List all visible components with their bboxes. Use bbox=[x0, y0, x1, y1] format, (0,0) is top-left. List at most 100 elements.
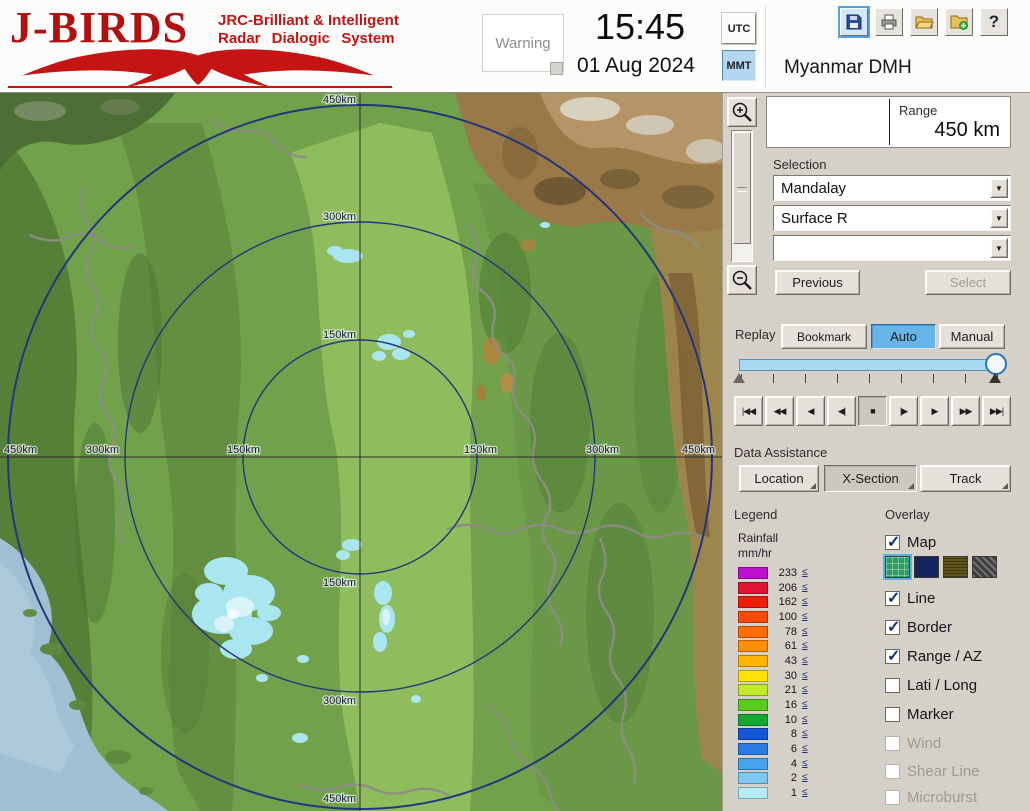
play-button[interactable]: ▶ bbox=[920, 396, 949, 426]
save-button[interactable] bbox=[840, 8, 868, 36]
legend-swatch bbox=[738, 669, 768, 682]
site-dropdown[interactable]: Mandalay ▼ bbox=[773, 175, 1011, 201]
checkbox[interactable] bbox=[885, 646, 900, 666]
map-style-gray[interactable] bbox=[972, 556, 997, 578]
radar-map[interactable]: 450km 300km 150km 150km 300km 450km 450k… bbox=[0, 93, 722, 811]
stop-button[interactable]: ■ bbox=[858, 396, 887, 426]
magnifier-plus-icon bbox=[732, 102, 752, 122]
legend-row: 4 ≤ bbox=[738, 757, 808, 770]
legend-value: 21 bbox=[784, 683, 797, 696]
overlay-item-label: Line bbox=[907, 589, 936, 607]
map-style-navy[interactable] bbox=[914, 556, 939, 578]
previous-button[interactable]: Previous bbox=[775, 270, 860, 295]
legend-swatch bbox=[738, 771, 768, 784]
mmt-toggle-button[interactable]: MMT bbox=[722, 50, 756, 81]
legend-row: 10 ≤ bbox=[738, 713, 808, 726]
product-dropdown[interactable]: Surface R ▼ bbox=[773, 205, 1011, 231]
legend-value: 30 bbox=[784, 669, 797, 682]
overlay-item-microburst[interactable]: Microburst bbox=[885, 788, 977, 806]
magnifier-minus-icon bbox=[732, 270, 752, 290]
select-button[interactable]: Select bbox=[925, 270, 1011, 295]
chevron-down-icon[interactable]: ▼ bbox=[990, 208, 1008, 228]
site-dropdown-value: Mandalay bbox=[781, 180, 847, 197]
skip-to-end-button[interactable]: ▶▶| bbox=[982, 396, 1011, 426]
range-label: 150km bbox=[323, 577, 356, 589]
overlay-item-label: Marker bbox=[907, 705, 954, 723]
chevron-down-icon[interactable]: ▼ bbox=[990, 178, 1008, 198]
overlay-item-map[interactable]: Map bbox=[885, 532, 937, 552]
overlay-item-border[interactable]: Border bbox=[885, 617, 952, 637]
zoom-slider-thumb[interactable] bbox=[733, 132, 751, 244]
overlay-item-lati-long[interactable]: Lati / Long bbox=[885, 676, 977, 694]
header-divider bbox=[765, 6, 766, 88]
checkbox[interactable] bbox=[885, 617, 900, 637]
skip-to-start-button[interactable]: |◀◀ bbox=[734, 396, 763, 426]
legend-swatch bbox=[738, 654, 768, 667]
play-reverse-button[interactable]: ◀ bbox=[796, 396, 825, 426]
legend-title: Rainfall bbox=[738, 531, 779, 545]
overlay-item-wind[interactable]: Wind bbox=[885, 734, 941, 752]
fast-rewind-button[interactable]: ◀◀ bbox=[765, 396, 794, 426]
logo-underline bbox=[8, 86, 392, 88]
range-divider bbox=[889, 99, 890, 145]
zoom-slider[interactable] bbox=[731, 130, 753, 262]
overlay-item-line[interactable]: Line bbox=[885, 588, 936, 608]
legend-row: 162 ≤ bbox=[738, 595, 808, 608]
overlay-item-label: Map bbox=[907, 533, 937, 551]
clock-time: 15:45 bbox=[594, 6, 686, 47]
manual-mode-button[interactable]: Manual bbox=[939, 324, 1005, 349]
checkbox[interactable] bbox=[885, 677, 900, 693]
x-section-button[interactable]: X-Section bbox=[824, 465, 917, 492]
data-assistance-label: Data Assistance bbox=[734, 445, 828, 460]
checkbox[interactable] bbox=[885, 706, 900, 722]
control-panel: Range 450 km Selection Mandalay ▼ Surfac… bbox=[722, 93, 1030, 811]
range-label: 300km bbox=[323, 211, 356, 223]
range-label: 300km bbox=[86, 444, 119, 456]
legend-value: 2 bbox=[790, 771, 797, 784]
legend-swatch bbox=[738, 610, 768, 623]
step-forward-button[interactable]: |▶ bbox=[889, 396, 918, 426]
legend-row: 43 ≤ bbox=[738, 654, 808, 667]
selection-label: Selection bbox=[773, 157, 827, 172]
printer-icon bbox=[881, 14, 897, 30]
station-title: Myanmar DMH bbox=[784, 57, 912, 78]
open-folder-button[interactable] bbox=[910, 8, 938, 36]
checkbox[interactable] bbox=[885, 735, 900, 751]
legend-suffix: ≤ bbox=[802, 655, 808, 666]
legend-suffix: ≤ bbox=[802, 684, 808, 695]
replay-timeline-thumb[interactable] bbox=[985, 353, 1007, 375]
map-style-green[interactable] bbox=[885, 556, 910, 578]
chevron-down-icon[interactable]: ▼ bbox=[990, 238, 1008, 258]
overlay-item-range-az[interactable]: Range / AZ bbox=[885, 646, 982, 666]
export-button[interactable] bbox=[945, 8, 973, 36]
range-label: Range bbox=[899, 103, 938, 118]
legend-suffix: ≤ bbox=[802, 567, 808, 578]
checkbox[interactable] bbox=[885, 789, 900, 805]
utc-toggle-button[interactable]: UTC bbox=[722, 13, 756, 44]
legend-suffix: ≤ bbox=[802, 596, 808, 607]
track-button[interactable]: Track bbox=[920, 465, 1011, 492]
replay-timeline-track[interactable] bbox=[739, 359, 999, 371]
checkbox[interactable] bbox=[885, 532, 900, 552]
overlay-item-marker[interactable]: Marker bbox=[885, 705, 954, 723]
legend-value: 16 bbox=[784, 698, 797, 711]
checkbox[interactable] bbox=[885, 763, 900, 779]
legend-swatch bbox=[738, 713, 768, 726]
bookmark-button[interactable]: Bookmark bbox=[781, 324, 867, 349]
legend-swatch bbox=[738, 727, 768, 740]
auto-mode-button[interactable]: Auto bbox=[871, 324, 936, 349]
location-button[interactable]: Location bbox=[739, 465, 819, 492]
legend-suffix: ≤ bbox=[802, 743, 808, 754]
print-button[interactable] bbox=[875, 8, 903, 36]
checkbox[interactable] bbox=[885, 588, 900, 608]
timeline-ticks bbox=[741, 374, 999, 383]
help-button[interactable]: ? bbox=[980, 8, 1008, 36]
legend-row: 21 ≤ bbox=[738, 683, 808, 696]
fast-forward-button[interactable]: ▶▶ bbox=[951, 396, 980, 426]
zoom-out-button[interactable] bbox=[727, 265, 757, 295]
map-style-olive[interactable] bbox=[943, 556, 968, 578]
extra-dropdown[interactable]: ▼ bbox=[773, 235, 1011, 261]
overlay-item-shear-line[interactable]: Shear Line bbox=[885, 762, 980, 780]
zoom-in-button[interactable] bbox=[727, 97, 757, 127]
step-back-button[interactable]: ◀| bbox=[827, 396, 856, 426]
